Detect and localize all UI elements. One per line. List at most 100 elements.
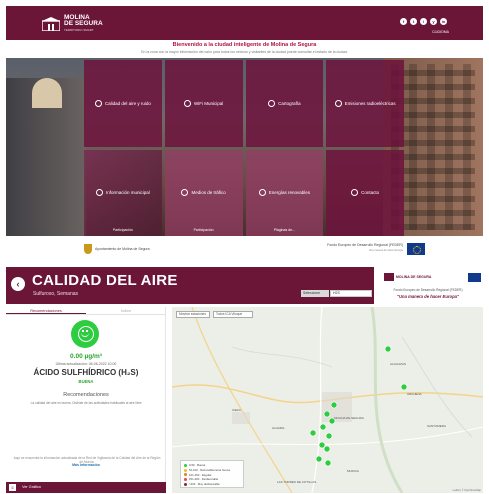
town-label: CIEZA bbox=[232, 408, 241, 412]
feder-slogan: "Una manera de hacer Europa" bbox=[397, 294, 459, 299]
quality-badge: BUENA bbox=[78, 379, 94, 384]
building-icon bbox=[384, 273, 394, 281]
energy-icon bbox=[258, 189, 266, 197]
language-link[interactable]: CLIDIOMA bbox=[432, 30, 449, 34]
view-chart-label: Ver Gráfico bbox=[22, 485, 41, 489]
station-marker[interactable] bbox=[309, 429, 317, 437]
cloud-icon bbox=[94, 99, 102, 107]
station-marker[interactable] bbox=[325, 432, 333, 440]
tile-cartography[interactable]: Cartografía bbox=[245, 60, 324, 147]
logo-line-3: TERRITORIO SMART bbox=[64, 28, 94, 32]
tile-label: Contacto bbox=[361, 190, 380, 196]
town-label: SANTOMERA bbox=[427, 424, 446, 428]
city-logo-small: MOLINA DE SEGURA bbox=[384, 273, 431, 281]
tile-label: WiFi Municipal bbox=[193, 100, 224, 106]
instagram-icon[interactable]: i bbox=[420, 18, 427, 25]
air-quality-screenshot: ‹ CALIDAD DEL AIRE Sulfuroso, Semanas Se… bbox=[6, 267, 483, 493]
service-tiles: Calidad del aire y ruido WiFi Municipal … bbox=[84, 60, 404, 236]
coat-of-arms-icon bbox=[84, 244, 92, 254]
header-bar: MOLINA DE SEGURA TERRITORIO SMART f t i … bbox=[6, 6, 483, 40]
tile-renewables[interactable]: Energías renovables Pláginas de... bbox=[245, 149, 324, 236]
tile-label: Cartografía bbox=[278, 100, 301, 106]
page-title: CALIDAD DEL AIRE bbox=[32, 272, 178, 289]
station-marker[interactable] bbox=[319, 423, 327, 431]
smiley-face-icon bbox=[71, 320, 99, 348]
tile-traffic[interactable]: Medios de tráfico Participación bbox=[164, 149, 243, 236]
tile-wifi[interactable]: WiFi Municipal bbox=[164, 60, 243, 147]
municipality-credit: Ayuntamiento de Molina de Segura bbox=[84, 244, 150, 254]
station-marker[interactable] bbox=[323, 445, 331, 453]
chart-icon: ≡ bbox=[9, 484, 16, 491]
tab-recommendations[interactable]: Recomendaciones bbox=[6, 307, 86, 314]
panel-tabs: Recomendaciones Índice bbox=[6, 307, 166, 315]
station-marker[interactable] bbox=[384, 345, 392, 353]
tile-label: Información municipal bbox=[105, 190, 150, 196]
welcome-text: En la zona con la mayor información del … bbox=[141, 50, 348, 54]
town-label: LAS TORRES DE COTILLAS bbox=[277, 480, 316, 484]
tile-sublabel: Participación bbox=[112, 228, 133, 232]
page-subtitle: Sulfuroso, Semanas bbox=[33, 291, 79, 297]
mail-icon bbox=[351, 189, 359, 197]
car-icon bbox=[181, 189, 189, 197]
station-marker[interactable] bbox=[400, 383, 408, 391]
eu-flag-icon bbox=[407, 243, 425, 255]
municipality-label: Ayuntamiento de Molina de Segura bbox=[95, 247, 150, 251]
layer-select[interactable]: Todos ICA Vitoque bbox=[213, 311, 253, 318]
town-label: ARCHENA bbox=[407, 392, 422, 396]
welcome-title: Bienvenido a la ciudad inteligente de Mo… bbox=[172, 42, 317, 48]
station-marker[interactable] bbox=[324, 459, 332, 467]
last-update: Última actualización: 06-06-2022 10:00 bbox=[55, 362, 117, 366]
stations-map[interactable]: ALGUAZAS ARCHENA MOLINA DE SEGURA CIEZA ALHA… bbox=[172, 307, 483, 493]
more-info-link[interactable]: Más Información bbox=[6, 463, 166, 467]
map-legend: 0-50 · Buena 51-100 · Razonablemente bue… bbox=[180, 460, 244, 488]
tile-air-quality[interactable]: Calidad del aire y ruido bbox=[84, 60, 162, 147]
map-attribution: Leaflet | © OpenStreetMap bbox=[452, 489, 481, 492]
tile-sublabel: Participación bbox=[193, 228, 214, 232]
twitter-icon[interactable]: t bbox=[410, 18, 417, 25]
building-icon bbox=[42, 17, 60, 31]
linkedin-icon[interactable]: in bbox=[440, 18, 447, 25]
facebook-icon[interactable]: f bbox=[400, 18, 407, 25]
youtube-icon[interactable]: y bbox=[430, 18, 437, 25]
station-marker[interactable] bbox=[318, 441, 326, 449]
pollutant-value: 0.00 µg/m³ bbox=[70, 353, 102, 360]
town-label: ALHAMA bbox=[272, 426, 284, 430]
air-quality-header: ‹ CALIDAD DEL AIRE Sulfuroso, Semanas Se… bbox=[6, 267, 374, 304]
home-screenshot: MOLINA DE SEGURA TERRITORIO SMART f t i … bbox=[6, 6, 483, 260]
social-links: f t i y in bbox=[400, 18, 447, 25]
home-footer: Ayuntamiento de Molina de Segura Fondo E… bbox=[6, 238, 483, 260]
tile-contact[interactable]: Contacto bbox=[326, 149, 404, 236]
city-logo[interactable]: MOLINA DE SEGURA TERRITORIO SMART bbox=[42, 14, 103, 33]
wifi-icon bbox=[183, 99, 191, 107]
eu-flag-icon bbox=[468, 273, 481, 282]
pollutant-name: ÁCIDO SULFHÍDRICO (H₂S) bbox=[33, 368, 139, 377]
feder-slogan: Una manera de hacer Europa bbox=[368, 249, 403, 252]
logo-text: MOLINA DE SEGURA bbox=[396, 275, 432, 279]
station-marker[interactable] bbox=[323, 410, 331, 418]
info-panel: Recomendaciones Índice 0.00 µg/m³ Última… bbox=[6, 307, 166, 493]
town-label: MOLINA DE SEGURA bbox=[334, 416, 364, 420]
tab-index[interactable]: Índice bbox=[86, 307, 166, 314]
hero-image: Calidad del aire y ruido WiFi Municipal … bbox=[6, 58, 483, 236]
station-marker[interactable] bbox=[315, 455, 323, 463]
back-button[interactable]: ‹ bbox=[11, 277, 25, 291]
pollutant-select-label: Seleccione bbox=[301, 290, 329, 297]
tile-emissions[interactable]: Emisiones radioeléctricas bbox=[326, 60, 404, 147]
view-chart-button[interactable]: ≡ Ver Gráfico bbox=[6, 482, 166, 493]
feder-label: Fondo Europeo de Desarrollo Regional (FE… bbox=[393, 288, 463, 292]
brand-block: MOLINA DE SEGURA Fondo Europeo de Desarr… bbox=[378, 270, 483, 302]
town-label: ALGUAZAS bbox=[390, 362, 406, 366]
welcome-section: Bienvenido a la ciudad inteligente de Mo… bbox=[6, 42, 483, 54]
tile-label: Medios de tráfico bbox=[191, 190, 226, 196]
map-pin-icon bbox=[268, 99, 276, 107]
station-marker[interactable] bbox=[330, 401, 338, 409]
tile-label: Emisiones radioeléctricas bbox=[344, 100, 396, 106]
tile-sublabel: Pláginas de... bbox=[273, 228, 295, 232]
feder-credit: Fondo Europeo de Desarrollo Regional (FE… bbox=[327, 243, 403, 253]
pollutant-select[interactable]: H2S bbox=[330, 290, 372, 297]
stations-toggle[interactable]: Mostrar estaciones bbox=[176, 311, 210, 318]
church-dome-image bbox=[32, 78, 62, 108]
info-icon bbox=[95, 189, 103, 197]
map-controls: Mostrar estaciones Todos ICA Vitoque bbox=[176, 311, 253, 318]
tile-municipal-info[interactable]: Información municipal Participación bbox=[84, 149, 162, 236]
